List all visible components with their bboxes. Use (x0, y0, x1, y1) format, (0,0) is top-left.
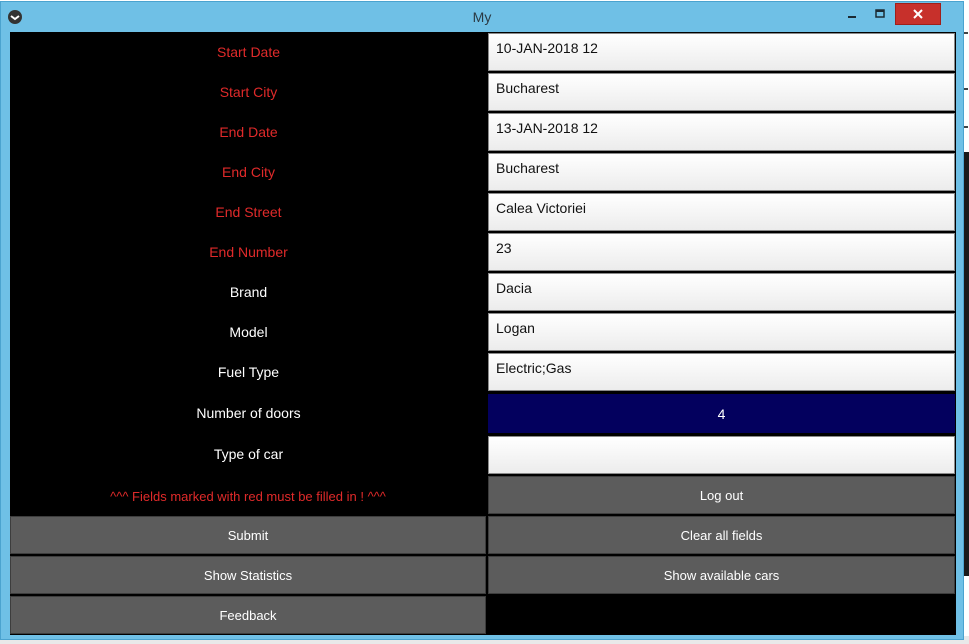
show-statistics-button[interactable]: Show Statistics (10, 556, 486, 594)
fuel-type-input[interactable]: Electric;Gas (488, 353, 955, 391)
label-start-city: Start City (219, 84, 278, 100)
model-input[interactable]: Logan (488, 313, 955, 351)
label-end-city: End City (222, 164, 275, 180)
label-start-date: Start Date (216, 44, 281, 60)
maximize-icon (875, 9, 885, 18)
label-fuel-type: Fuel Type (217, 364, 280, 380)
minimize-button[interactable] (839, 3, 865, 25)
end-date-input[interactable]: 13-JAN-2018 12 (488, 113, 955, 151)
label-end-street: End Street (215, 204, 282, 220)
label-type-of-car: Type of car (213, 446, 284, 462)
label-number-of-doors: Number of doors (196, 405, 301, 421)
start-city-input[interactable]: Bucharest (488, 73, 955, 111)
label-brand: Brand (229, 284, 268, 300)
form-panel: Start Date 10-JAN-2018 12 Start City Buc… (10, 32, 956, 635)
label-end-date: End Date (219, 124, 278, 140)
type-of-car-input[interactable] (488, 436, 955, 474)
feedback-button[interactable]: Feedback (10, 596, 486, 634)
start-date-input[interactable]: 10-JAN-2018 12 (488, 33, 955, 71)
number-of-doors-input[interactable]: 4 (488, 394, 955, 433)
end-street-input[interactable]: Calea Victoriei (488, 193, 955, 231)
clear-all-fields-button[interactable]: Clear all fields (488, 516, 955, 554)
title-bar[interactable]: My (1, 2, 963, 32)
logout-button[interactable]: Log out (488, 476, 955, 514)
end-number-input[interactable]: 23 (488, 233, 955, 271)
end-city-input[interactable]: Bucharest (488, 153, 955, 191)
close-icon (913, 9, 923, 19)
maximize-button[interactable] (867, 3, 893, 25)
required-fields-warning: ^^^ Fields marked with red must be fille… (110, 488, 386, 504)
label-end-number: End Number (209, 244, 288, 260)
minimize-icon (848, 16, 856, 18)
brand-input[interactable]: Dacia (488, 273, 955, 311)
show-available-cars-button[interactable]: Show available cars (488, 556, 955, 594)
window-title: My (472, 9, 492, 25)
close-button[interactable] (895, 3, 941, 25)
label-model: Model (229, 324, 268, 340)
submit-button[interactable]: Submit (10, 516, 486, 554)
app-window: My Start Date 10-JAN-2018 12 Start City … (0, 1, 964, 640)
